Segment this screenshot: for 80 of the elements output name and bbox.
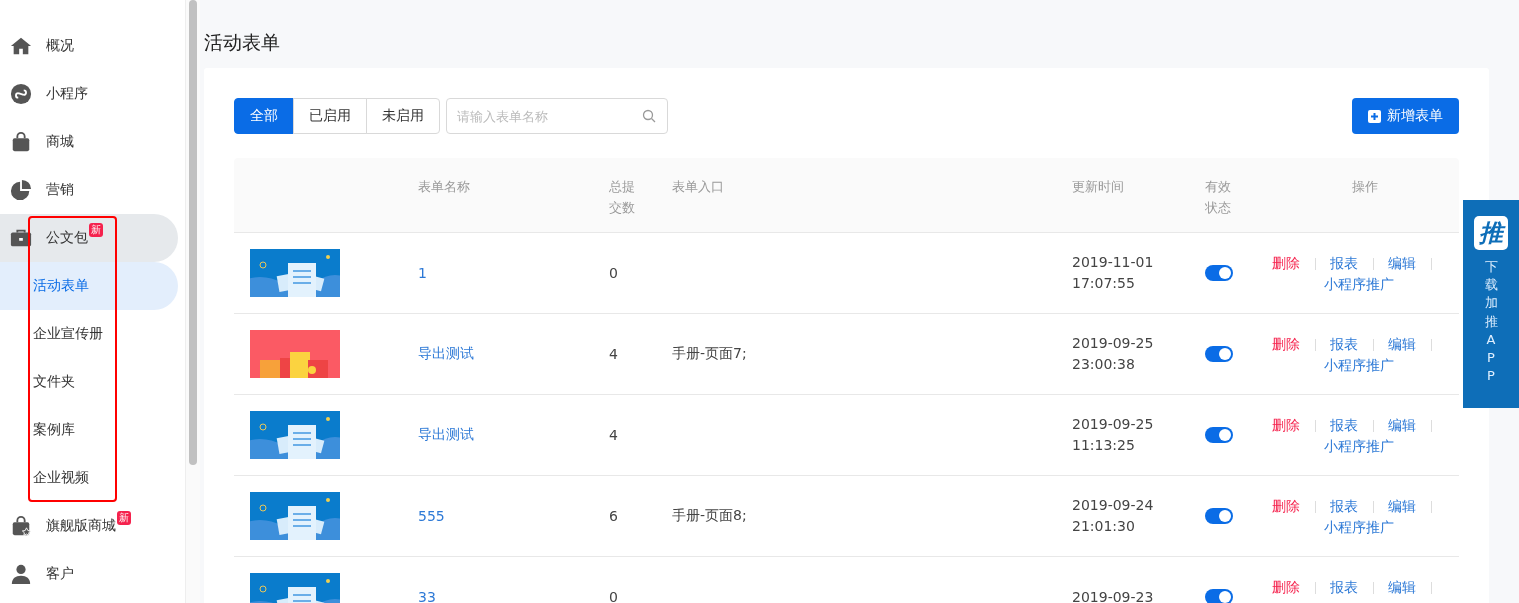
form-name-link[interactable]: 1	[418, 265, 427, 281]
action-link[interactable]: 编辑	[1388, 253, 1416, 274]
app-promo-panel[interactable]: 推 下载加推APP	[1463, 200, 1519, 408]
submission-count: 6	[609, 508, 618, 524]
page-title: 活动表单	[204, 30, 281, 55]
action-link[interactable]: 小程序推广	[1324, 517, 1394, 538]
sidebar-item[interactable]: 旗舰版商城 新	[0, 502, 178, 550]
sidebar-subitem[interactable]: 企业视频	[0, 454, 178, 502]
search-icon	[642, 109, 656, 123]
link-icon	[10, 83, 32, 105]
home-icon	[10, 35, 32, 57]
sidebar-subitem[interactable]: 活动表单	[0, 262, 178, 310]
status-toggle[interactable]	[1205, 589, 1233, 603]
shopping-bag-icon	[10, 131, 32, 153]
submission-count: 0	[609, 589, 618, 603]
status-toggle[interactable]	[1205, 265, 1233, 281]
action-link[interactable]: 小程序推广	[1324, 274, 1394, 295]
action-link[interactable]: 编辑	[1388, 577, 1416, 598]
app-logo: 推	[1474, 216, 1508, 250]
sidebar-item[interactable]: 营销	[0, 166, 178, 214]
column-header: 总提交数	[609, 178, 636, 217]
column-header: 有效状态	[1205, 178, 1232, 217]
plus-icon	[1368, 109, 1381, 123]
submission-count: 4	[609, 346, 618, 362]
delete-link[interactable]: 删除	[1272, 415, 1300, 436]
pie-chart-icon	[10, 179, 32, 201]
shopping-bag-star-icon	[10, 515, 32, 537]
promo-text: 下载加推APP	[1484, 258, 1498, 386]
sidebar-item[interactable]: 概况	[0, 22, 178, 70]
update-time: 2019-09-23	[1072, 587, 1154, 603]
submission-count: 4	[609, 427, 618, 443]
delete-link[interactable]: 删除	[1272, 334, 1300, 355]
sidebar-subitem[interactable]: 案例库	[0, 406, 178, 454]
action-link[interactable]: 报表	[1330, 334, 1358, 355]
add-form-button[interactable]: 新增表单	[1352, 98, 1459, 134]
action-link[interactable]: 编辑	[1388, 496, 1416, 517]
search-field[interactable]: 请输入表单名称	[446, 98, 668, 134]
action-link[interactable]: 报表	[1330, 577, 1358, 598]
status-toggle[interactable]	[1205, 346, 1233, 362]
action-link[interactable]: 报表	[1330, 415, 1358, 436]
delete-link[interactable]: 删除	[1272, 577, 1300, 598]
delete-link[interactable]: 删除	[1272, 496, 1300, 517]
status-toggle[interactable]	[1205, 427, 1233, 443]
update-time: 2019-09-25 23:00:38	[1072, 334, 1154, 374]
column-header: 更新时间	[1072, 179, 1124, 194]
sidebar-item[interactable]: 商城	[0, 118, 178, 166]
submission-count: 0	[609, 265, 618, 281]
sidebar-item[interactable]: 小程序	[0, 70, 178, 118]
scrollbar-thumb[interactable]	[189, 0, 197, 465]
update-time: 2019-09-25 11:13:25	[1072, 415, 1154, 455]
form-name-link[interactable]: 导出测试	[418, 345, 474, 363]
filter-tab[interactable]: 已启用	[293, 98, 367, 134]
column-header: 表单入口	[672, 179, 724, 194]
user-icon	[10, 563, 32, 585]
status-toggle[interactable]	[1205, 508, 1233, 524]
update-time: 2019-09-24 21:01:30	[1072, 496, 1154, 536]
action-link[interactable]: 编辑	[1388, 334, 1416, 355]
new-badge: 新	[89, 223, 103, 237]
sidebar-item[interactable]: 客户	[0, 550, 178, 598]
delete-link[interactable]: 删除	[1272, 253, 1300, 274]
briefcase-icon	[10, 227, 32, 249]
form-entry: 手册-页面7;	[672, 345, 747, 363]
filter-tab[interactable]: 未启用	[366, 98, 440, 134]
form-name-link[interactable]: 555	[418, 508, 445, 524]
column-header: 操作	[1352, 179, 1378, 194]
sidebar-subitem[interactable]: 文件夹	[0, 358, 178, 406]
form-name-link[interactable]: 33	[418, 589, 436, 603]
action-link[interactable]: 小程序推广	[1324, 355, 1394, 376]
action-link[interactable]: 报表	[1330, 253, 1358, 274]
form-entry: 手册-页面8;	[672, 507, 747, 525]
action-link[interactable]: 小程序推广	[1324, 436, 1394, 457]
new-badge: 新	[117, 511, 131, 525]
sidebar-subitem[interactable]: 企业宣传册	[0, 310, 178, 358]
form-name-link[interactable]: 导出测试	[418, 426, 474, 444]
column-header: 表单名称	[418, 179, 470, 194]
action-link[interactable]: 报表	[1330, 496, 1358, 517]
filter-tab[interactable]: 全部	[234, 98, 294, 134]
action-link[interactable]: 编辑	[1388, 415, 1416, 436]
update-time: 2019-11-01 17:07:55	[1072, 253, 1154, 293]
sidebar-item[interactable]: 公文包 新	[0, 214, 178, 262]
